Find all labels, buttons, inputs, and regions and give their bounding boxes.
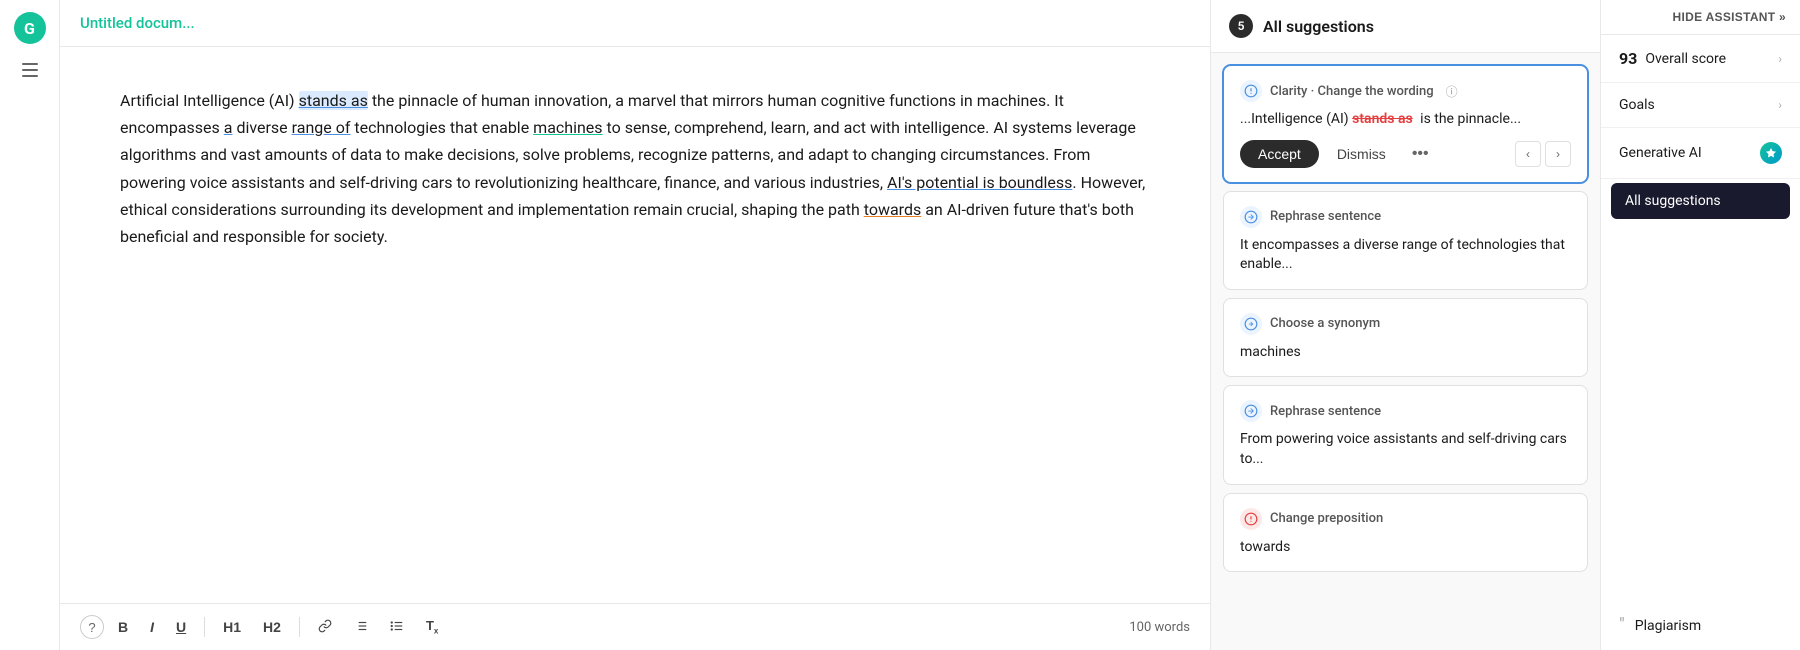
h1-button[interactable]: H1 [215,615,249,639]
suggestion-card-clarity[interactable]: Clarity · Change the wording ⓘ ...Intell… [1223,65,1588,183]
underlined-towards: towards [864,200,921,219]
more-options-button[interactable]: ••• [1404,141,1437,167]
underlined-machines: machines [533,118,602,137]
clarity-icon [1240,80,1262,102]
suggestion-actions: Accept Dismiss ••• ‹ › [1240,140,1571,168]
suggestion-card-header-3: Choose a synonym [1240,313,1571,335]
suggestions-panel: 5 All suggestions Clarity · Change the w… [1210,0,1600,650]
toolbar-divider-2 [299,617,300,637]
suggestion-card-preposition[interactable]: Change preposition towards [1223,493,1588,573]
plagiarism-icon: " [1619,615,1625,636]
all-suggestions-button[interactable]: All suggestions [1611,183,1790,219]
goals-chevron-icon: › [1778,98,1782,112]
suggestion-card-header-2: Rephrase sentence [1240,206,1571,228]
prev-suggestion-button[interactable]: ‹ [1515,141,1541,167]
suggestion-card-rephrase-2[interactable]: Rephrase sentence From powering voice as… [1223,385,1588,484]
old-text: stands as [1352,111,1413,127]
rephrase-icon-2 [1240,400,1262,422]
unordered-list-button[interactable] [382,615,412,640]
generative-ai-badge-icon [1760,142,1782,164]
editor-header: Untitled docum... [60,0,1210,47]
clear-format-button[interactable]: Tx [418,614,446,640]
plagiarism-label: Plagiarism [1635,618,1701,634]
suggestion-card-header: Clarity · Change the wording ⓘ [1240,80,1571,102]
grammarly-logo-icon[interactable]: G [14,12,46,44]
editor-content[interactable]: Artificial Intelligence (AI) stands as t… [60,47,1210,603]
underline-button[interactable]: U [168,615,194,639]
editor-paragraph: Artificial Intelligence (AI) stands as t… [120,87,1150,250]
menu-button[interactable] [14,54,46,86]
suggestion-card-header-5: Change preposition [1240,508,1571,530]
hamburger-line [22,63,38,65]
rephrase-icon-1 [1240,206,1262,228]
plagiarism-nav-item[interactable]: " Plagiarism [1601,601,1800,650]
suggestions-count-badge: 5 [1229,14,1253,38]
all-suggestions-label: All suggestions [1625,193,1721,209]
overall-score-label: Overall score [1645,51,1726,67]
hamburger-line [22,75,38,77]
suggestion-type-label-5: Change preposition [1270,511,1383,526]
goals-label: Goals [1619,97,1655,113]
suggestion-card-rephrase-1[interactable]: Rephrase sentence It encompasses a diver… [1223,191,1588,290]
suggestions-list: Clarity · Change the wording ⓘ ...Intell… [1211,53,1600,650]
suggestion-type-label-3: Choose a synonym [1270,316,1380,331]
editor-toolbar: ? B I U H1 H2 Tx 100 words [60,603,1210,650]
suggestion-preview-3: machines [1240,343,1571,363]
ordered-list-button[interactable] [346,615,376,640]
hide-assistant-button[interactable]: HIDE ASSISTANT » [1601,0,1800,35]
link-button[interactable] [310,615,340,640]
goals-nav-item[interactable]: Goals › [1601,83,1800,128]
generative-ai-nav-item[interactable]: Generative AI [1601,128,1800,179]
suggestion-preview-text: ...Intelligence (AI) stands as is the pi… [1240,110,1571,130]
underlined-potential: AI's potential is boundless [887,173,1072,192]
italic-button[interactable]: I [142,615,162,639]
synonym-icon [1240,313,1262,335]
generative-ai-label: Generative AI [1619,145,1702,161]
bold-button[interactable]: B [110,615,136,639]
score-row: 93 Overall score [1619,49,1726,68]
next-suggestion-button[interactable]: › [1545,141,1571,167]
suggestions-panel-title: All suggestions [1263,17,1374,36]
info-icon: ⓘ [1446,83,1458,100]
help-button[interactable]: ? [80,615,104,639]
nav-arrows: ‹ › [1515,141,1571,167]
underlined-phrase-a: a [224,118,233,137]
hamburger-line [22,69,38,71]
suggestion-card-header-4: Rephrase sentence [1240,400,1571,422]
preposition-icon [1240,508,1262,530]
word-count: 100 words [1129,620,1190,635]
h2-button[interactable]: H2 [255,615,289,639]
suggestion-type-label-4: Rephrase sentence [1270,404,1381,419]
dismiss-button[interactable]: Dismiss [1327,140,1396,168]
toolbar-divider [204,617,205,637]
suggestion-preview-4: From powering voice assistants and self-… [1240,430,1571,469]
left-sidebar: G [0,0,60,650]
suggestion-preview-2: It encompasses a diverse range of techno… [1240,236,1571,275]
suggestion-card-synonym[interactable]: Choose a synonym machines [1223,298,1588,378]
overall-score-item[interactable]: 93 Overall score › [1601,35,1800,83]
underlined-phrase-range: range of [292,118,351,137]
suggestion-type-label-2: Rephrase sentence [1270,209,1381,224]
chevron-right-icon: › [1778,52,1782,66]
right-sidebar: HIDE ASSISTANT » 93 Overall score › Goal… [1600,0,1800,650]
suggestion-type-label: Clarity · Change the wording [1270,84,1434,99]
document-title[interactable]: Untitled docum... [80,14,195,32]
editor-area: Untitled docum... Artificial Intelligenc… [60,0,1210,650]
suggestions-header: 5 All suggestions [1211,0,1600,53]
score-number: 93 [1619,49,1637,68]
suggestion-preview-5: towards [1240,538,1571,558]
accept-button[interactable]: Accept [1240,140,1319,168]
highlighted-phrase: stands as [299,91,368,110]
